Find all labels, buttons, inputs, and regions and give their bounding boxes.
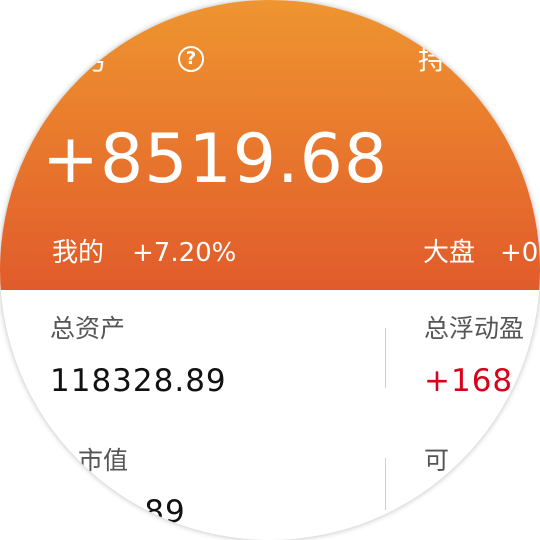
profit-banner: 日盈亏 ? 持 +8519.68 我的 +7.20% 大盘 +0 <box>0 0 540 290</box>
daily-profit-value: +8519.68 <box>42 120 389 199</box>
floating-pl-value: +168 <box>424 363 514 399</box>
help-icon[interactable]: ? <box>178 46 204 72</box>
total-assets-value: 118328.89 <box>50 363 227 399</box>
daily-profit-label: 日盈亏 <box>24 43 109 76</box>
column-divider-2 <box>385 458 386 510</box>
zoom-circle: 日盈亏 ? 持 +8519.68 我的 +7.20% 大盘 +0 总资产 118… <box>0 0 540 540</box>
available-label: 可 <box>424 446 450 475</box>
column-divider <box>385 328 386 388</box>
market-value-label: 市值 <box>78 446 129 475</box>
market-change-value: +0 <box>500 238 539 268</box>
mine-label: 我的 <box>52 238 105 268</box>
mine-change-value: +7.20% <box>132 238 237 268</box>
market-label: 大盘 <box>423 238 476 268</box>
holding-label: 持 <box>418 43 447 76</box>
total-assets-label: 总资产 <box>50 314 126 343</box>
market-value-value: 28.89 <box>92 494 186 530</box>
floating-pl-label: 总浮动盈 <box>424 314 525 343</box>
